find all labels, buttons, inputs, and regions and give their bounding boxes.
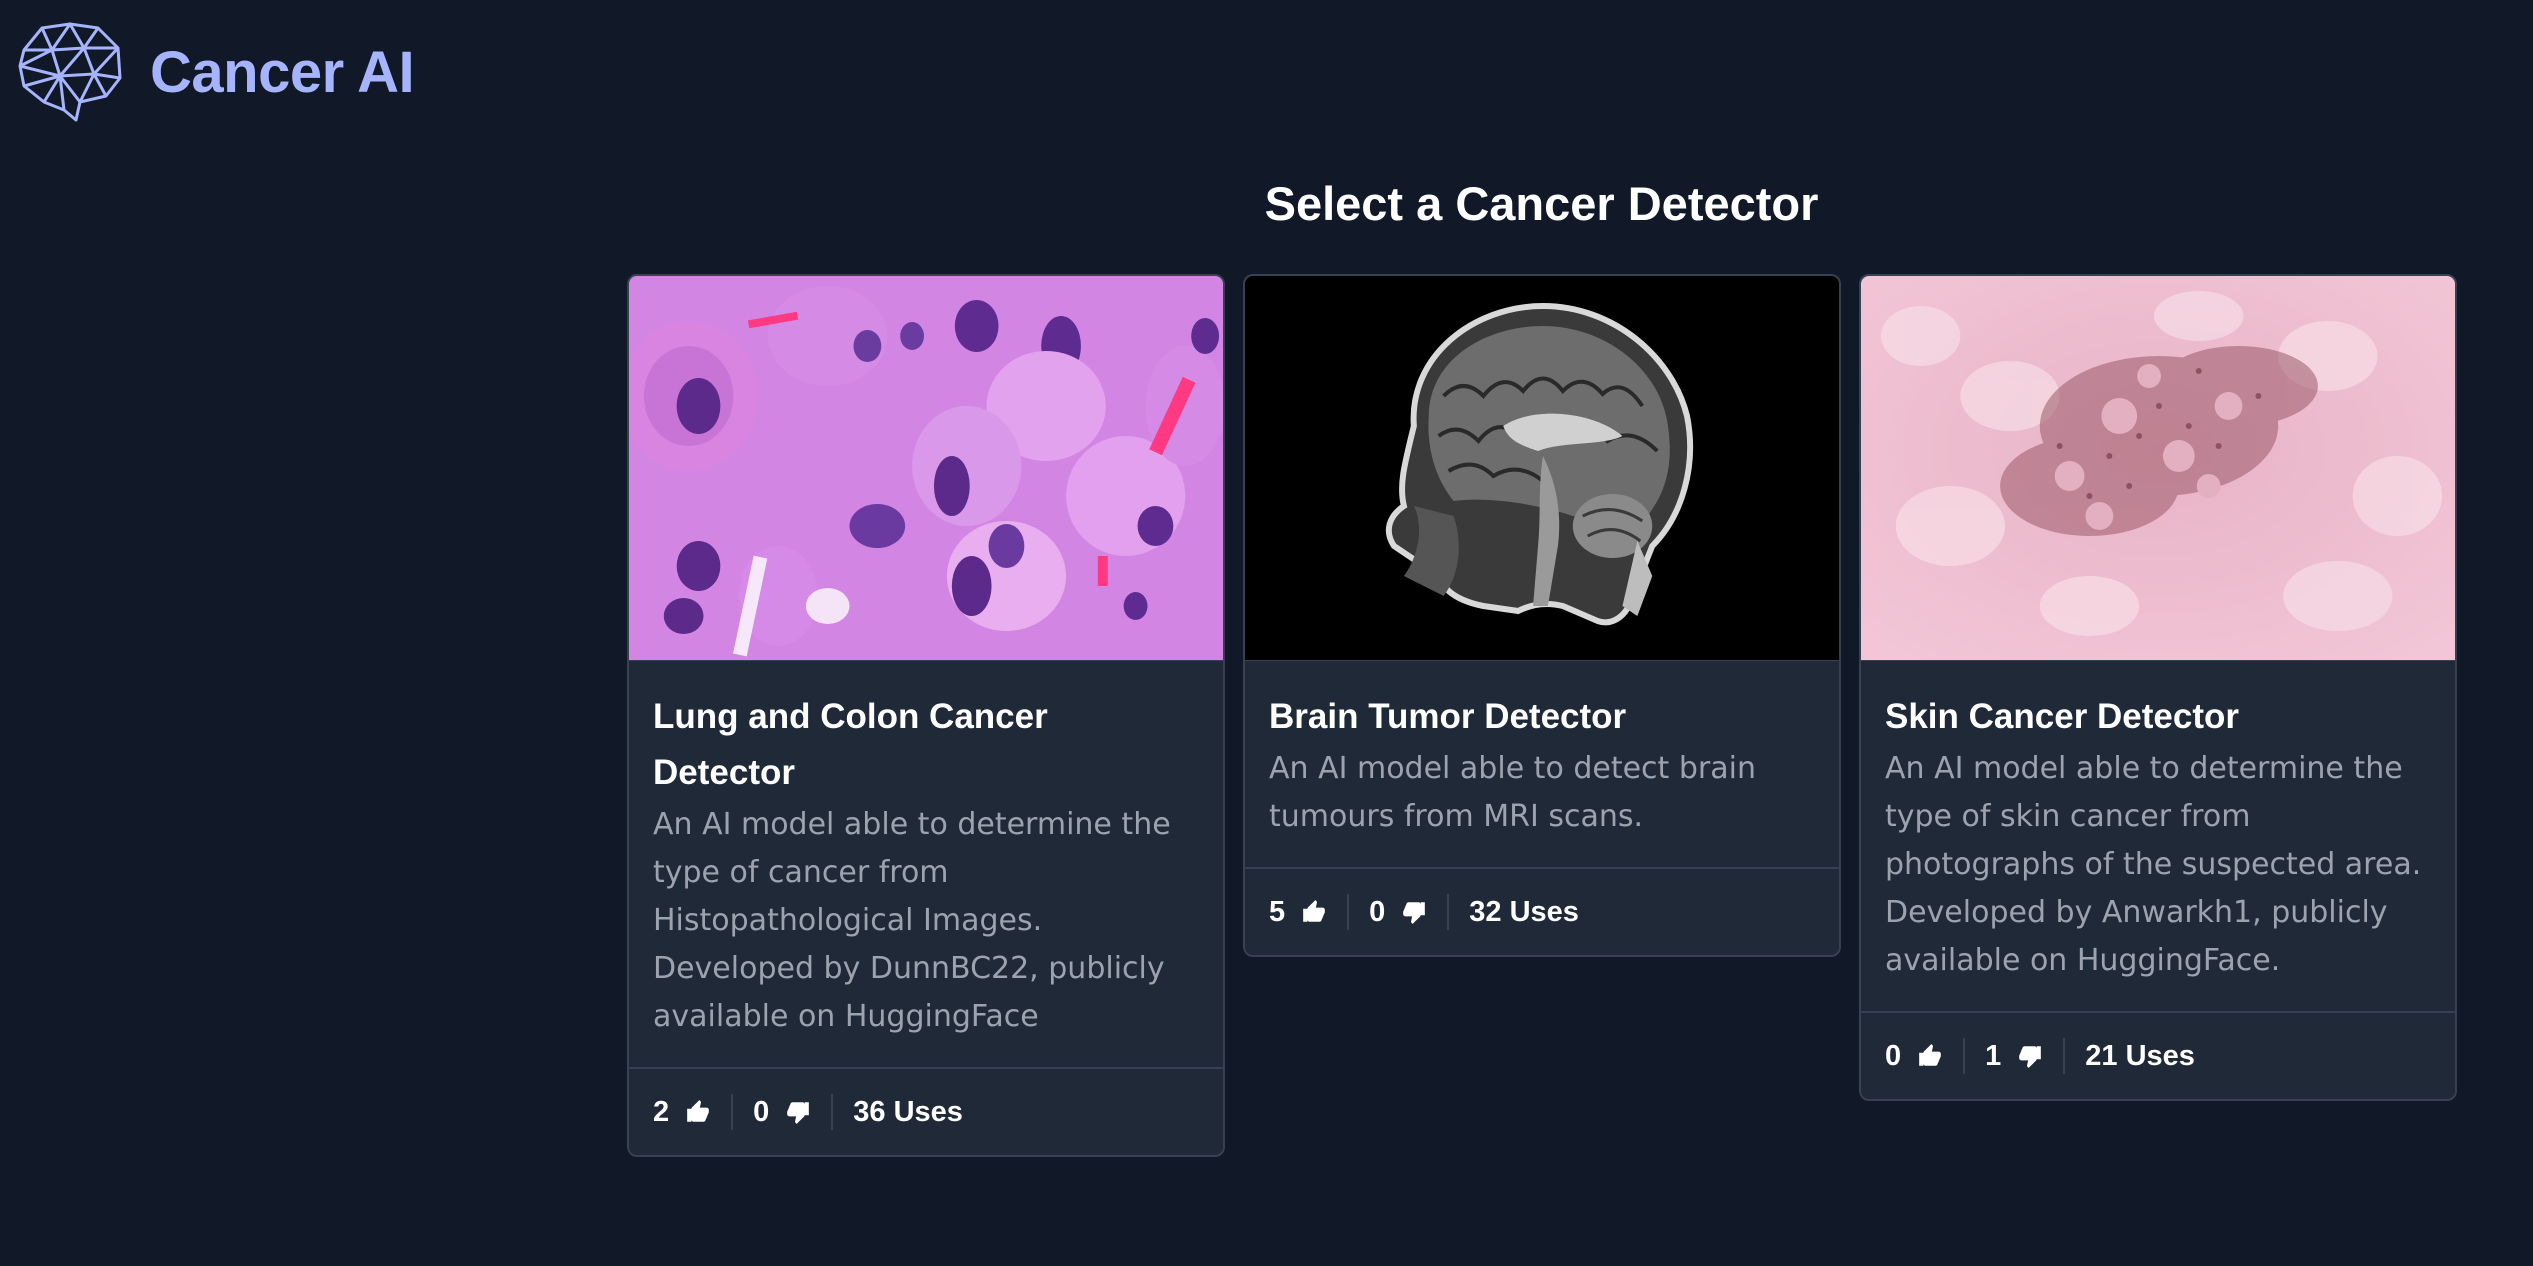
card-title[interactable]: Lung and Colon Cancer Detector xyxy=(653,689,1199,801)
card-stats: 0 1 21 Uses xyxy=(1861,1011,2455,1099)
card-body: Brain Tumor Detector An AI model able to… xyxy=(1245,660,1839,867)
page-title: Select a Cancer Detector xyxy=(1264,177,1819,230)
thumbs-up-icon[interactable] xyxy=(1301,899,1327,925)
histopathology-image xyxy=(629,276,1223,660)
uses-count: 32 Uses xyxy=(1469,895,1579,928)
card-description: An AI model able to detect brain tumours… xyxy=(1269,751,1756,834)
divider xyxy=(1347,894,1350,930)
uses-stat: 21 Uses xyxy=(2085,1040,2195,1073)
thumbs-down-icon[interactable] xyxy=(2017,1043,2043,1069)
brain-mesh-icon[interactable] xyxy=(16,20,124,124)
app-header: Cancer AI xyxy=(16,20,415,124)
like-count: 5 xyxy=(1269,895,1286,928)
like-stat[interactable]: 2 xyxy=(653,1096,711,1129)
detector-card-lung-colon[interactable]: Lung and Colon Cancer Detector An AI mod… xyxy=(627,274,1225,1157)
thumbs-up-icon[interactable] xyxy=(685,1099,711,1125)
divider xyxy=(731,1094,734,1130)
title-row: Select a Cancer Detector xyxy=(0,176,2533,236)
divider xyxy=(831,1094,834,1130)
thumbs-down-icon[interactable] xyxy=(785,1099,811,1125)
card-body: Lung and Colon Cancer Detector An AI mod… xyxy=(629,660,1223,1067)
dislike-count: 0 xyxy=(1369,895,1386,928)
detector-card-brain-tumor[interactable]: Brain Tumor Detector An AI model able to… xyxy=(1243,274,1841,957)
divider xyxy=(1447,894,1450,930)
brand-name[interactable]: Cancer AI xyxy=(150,39,415,106)
dislike-stat[interactable]: 0 xyxy=(753,1096,811,1129)
dislike-stat[interactable]: 0 xyxy=(1369,896,1427,929)
uses-count: 36 Uses xyxy=(853,1095,963,1128)
uses-count: 21 Uses xyxy=(2085,1039,2195,1072)
thumbs-down-icon[interactable] xyxy=(1401,899,1427,925)
divider xyxy=(2063,1038,2066,1074)
card-stats: 5 0 32 Uses xyxy=(1245,867,1839,955)
uses-stat: 36 Uses xyxy=(853,1096,963,1129)
card-title[interactable]: Skin Cancer Detector xyxy=(1885,689,2431,745)
card-title[interactable]: Brain Tumor Detector xyxy=(1269,689,1815,745)
card-stats: 2 0 36 Uses xyxy=(629,1067,1223,1155)
dislike-stat[interactable]: 1 xyxy=(1985,1040,2043,1073)
uses-stat: 32 Uses xyxy=(1469,896,1579,929)
like-stat[interactable]: 5 xyxy=(1269,896,1327,929)
dermoscopy-image xyxy=(1861,276,2455,660)
dislike-count: 0 xyxy=(753,1095,770,1128)
card-description: An AI model able to determine the type o… xyxy=(653,807,1171,1034)
detector-card-skin-cancer[interactable]: Skin Cancer Detector An AI model able to… xyxy=(1859,274,2457,1101)
like-count: 0 xyxy=(1885,1039,1902,1072)
card-body: Skin Cancer Detector An AI model able to… xyxy=(1861,660,2455,1011)
dislike-count: 1 xyxy=(1985,1039,2002,1072)
like-stat[interactable]: 0 xyxy=(1885,1040,1943,1073)
like-count: 2 xyxy=(653,1095,670,1128)
divider xyxy=(1963,1038,1966,1074)
thumbs-up-icon[interactable] xyxy=(1917,1043,1943,1069)
mri-scan-image xyxy=(1245,276,1839,660)
card-description: An AI model able to determine the type o… xyxy=(1885,751,2422,978)
